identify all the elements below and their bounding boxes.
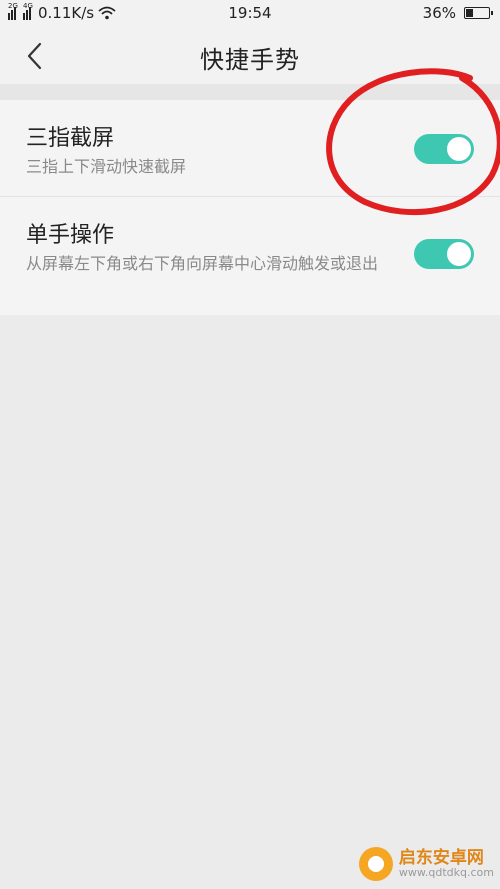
- watermark-text: 启东安卓网 www.qdtdkq.com: [398, 847, 494, 880]
- section-divider: [0, 84, 500, 100]
- setting-subtitle: 从屏幕左下角或右下角向屏幕中心滑动触发或退出: [26, 254, 379, 273]
- watermark-url: www.qdtdkq.com: [398, 866, 494, 880]
- battery-fill: [466, 9, 473, 17]
- one-hand-mode-toggle[interactable]: [414, 239, 474, 269]
- battery-percent: 36%: [422, 4, 456, 22]
- setting-row-three-finger-screenshot[interactable]: 三指截屏 三指上下滑动快速截屏: [0, 100, 500, 197]
- app-header: 快捷手势: [0, 28, 500, 84]
- toggle-knob: [447, 242, 471, 266]
- page-title: 快捷手势: [200, 46, 300, 74]
- status-right: 36%: [422, 4, 493, 22]
- settings-list: 三指截屏 三指上下滑动快速截屏 单手操作 从屏幕左下角或右下角向屏幕中心滑动触发…: [0, 100, 500, 315]
- toggle-knob: [447, 137, 471, 161]
- status-bar: 2G 4G 0.11K/s 19:54 36%: [0, 0, 500, 28]
- setting-title: 单手操作: [26, 223, 115, 248]
- setting-subtitle: 三指上下滑动快速截屏: [26, 157, 187, 176]
- three-finger-screenshot-toggle[interactable]: [414, 134, 474, 164]
- setting-title: 三指截屏: [26, 126, 115, 151]
- watermark: 启东安卓网 www.qdtdkq.com: [358, 847, 494, 881]
- watermark-logo-icon: [358, 847, 393, 881]
- battery-icon: [464, 7, 493, 19]
- setting-row-one-hand-mode[interactable]: 单手操作 从屏幕左下角或右下角向屏幕中心滑动触发或退出: [0, 197, 500, 315]
- watermark-name: 启东安卓网: [398, 847, 484, 868]
